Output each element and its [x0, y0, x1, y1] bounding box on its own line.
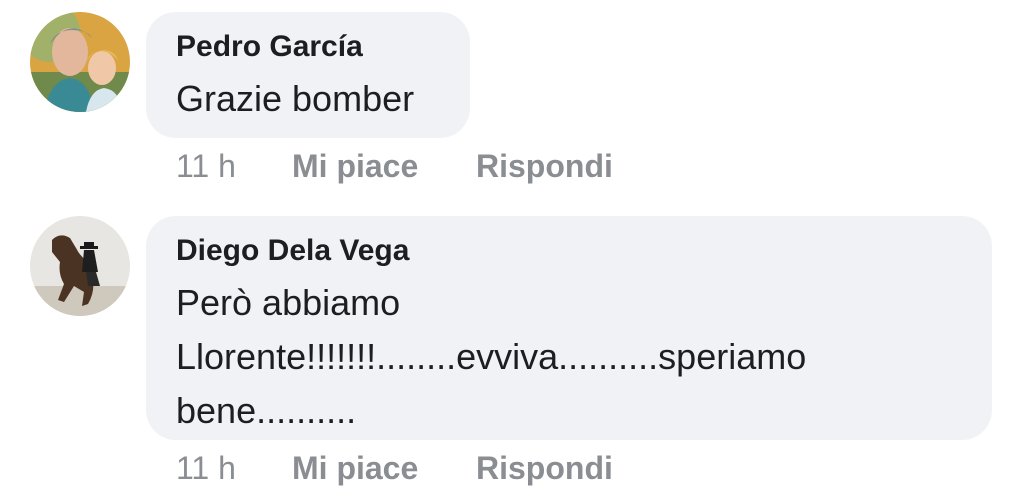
- profile-photo-icon: [30, 216, 130, 316]
- comment-timestamp[interactable]: 11 h: [176, 448, 236, 488]
- comment-text: Però abbiamo Llorente!!!!!!!........evvi…: [176, 282, 807, 431]
- comment-timestamp[interactable]: 11 h: [176, 146, 236, 186]
- avatar[interactable]: [30, 12, 130, 112]
- comment-author[interactable]: Diego Dela Vega: [176, 232, 962, 270]
- profile-photo-icon: [30, 12, 130, 112]
- comment-text: Grazie bomber: [176, 78, 415, 119]
- avatar[interactable]: [30, 216, 130, 316]
- reply-button[interactable]: Rispondi: [476, 448, 613, 488]
- comment-bubble: Diego Dela Vega Però abbiamo Llorente!!!…: [146, 216, 992, 440]
- like-button[interactable]: Mi piace: [292, 146, 418, 186]
- comment-bubble: Pedro García Grazie bomber: [146, 12, 470, 138]
- like-button[interactable]: Mi piace: [292, 448, 418, 488]
- reply-button[interactable]: Rispondi: [476, 146, 613, 186]
- comment-author[interactable]: Pedro García: [176, 28, 440, 66]
